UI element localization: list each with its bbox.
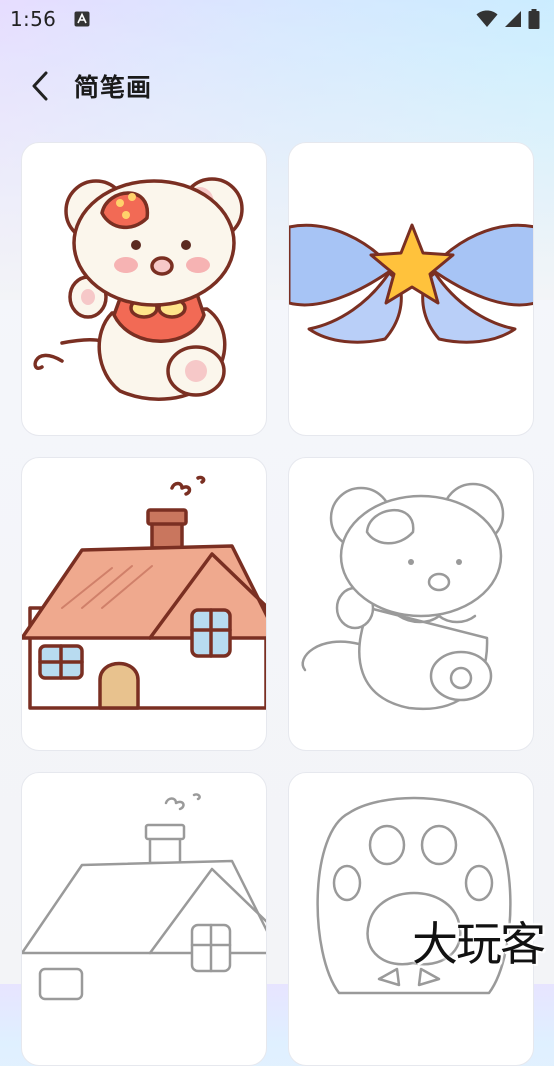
gallery-card-mouse-outline[interactable] [288, 457, 534, 751]
app-bar: 简笔画 [0, 60, 554, 112]
mouse-outline-illustration [301, 482, 505, 711]
gallery-card-house-outline[interactable] [21, 772, 267, 1066]
back-button[interactable] [18, 64, 62, 108]
gallery-card-mouse-colored[interactable] [21, 142, 267, 436]
wifi-icon [476, 10, 498, 27]
chevron-left-icon [32, 71, 48, 101]
status-time: 1:56 [10, 7, 57, 31]
cell-signal-icon [505, 11, 521, 27]
house-colored-illustration [22, 475, 266, 710]
watermark: 大玩客 [412, 917, 546, 971]
star-bow-colored-illustration [289, 223, 533, 344]
gallery-card-star-bow-colored[interactable] [288, 142, 534, 436]
house-outline-illustration [22, 793, 266, 1001]
battery-icon [528, 9, 540, 29]
gallery-card-house-colored[interactable] [21, 457, 267, 751]
a-badge-icon [74, 11, 90, 27]
page-title: 简笔画 [74, 73, 153, 102]
mouse-colored-illustration [33, 177, 244, 401]
status-bar: 1:56 [0, 0, 554, 38]
